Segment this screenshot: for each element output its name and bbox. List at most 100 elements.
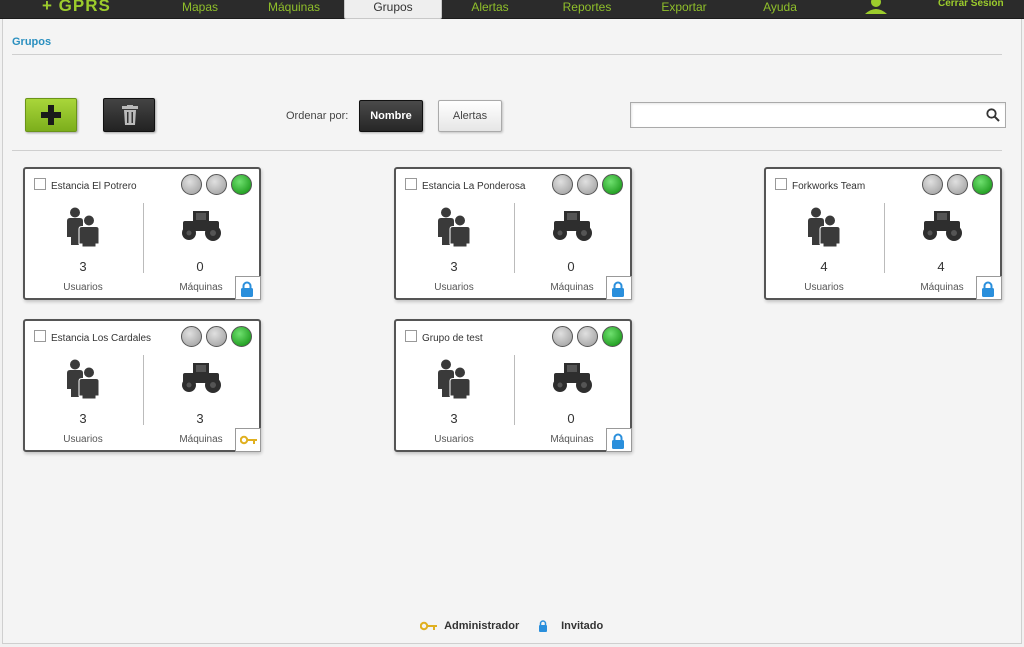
search-icon[interactable] <box>986 108 1000 122</box>
sort-by-alerts-button[interactable]: Alertas <box>438 100 502 132</box>
divider <box>514 355 515 425</box>
users-icon-wrap <box>65 207 101 252</box>
status-light-grey <box>206 174 227 195</box>
users-count: 4 <box>820 259 828 274</box>
nav-alertas[interactable]: Alertas <box>458 0 522 18</box>
users-label: Usuarios <box>434 282 474 293</box>
nav-reportes[interactable]: Reportes <box>552 0 622 18</box>
sort-label: Ordenar por: <box>286 110 349 122</box>
machines-count: 0 <box>567 411 575 426</box>
users-icon-wrap <box>806 207 842 252</box>
status-light-grey <box>181 326 202 347</box>
users-icon <box>438 207 471 248</box>
users-icon-wrap <box>436 207 472 252</box>
divider <box>143 203 144 273</box>
guest-role-badge[interactable] <box>606 428 632 452</box>
lock-icon <box>982 281 994 297</box>
divider <box>143 355 144 425</box>
lock-icon <box>612 281 624 297</box>
group-checkbox[interactable] <box>405 178 417 190</box>
group-name[interactable]: Estancia El Potrero <box>51 181 137 192</box>
lock-icon <box>241 281 253 297</box>
status-light-grey <box>181 174 202 195</box>
machines-label: Máquinas <box>179 282 223 293</box>
tractor-icon-wrap <box>179 211 223 246</box>
logout-link[interactable]: Cerrar Sesión <box>938 0 1004 9</box>
breadcrumb[interactable]: Grupos <box>12 36 51 48</box>
legend-admin: Administrador <box>419 620 520 632</box>
sort-by-name-button[interactable]: Nombre <box>359 100 423 132</box>
nav-ayuda[interactable]: Ayuda <box>754 0 806 18</box>
nav-mapas[interactable]: Mapas <box>170 0 230 18</box>
divider <box>884 203 885 273</box>
group-name[interactable]: Forkworks Team <box>792 181 865 192</box>
users-count: 3 <box>450 259 458 274</box>
users-icon <box>808 207 841 248</box>
group-card[interactable]: Estancia Los Cardales 3 3 Usuarios Máqui… <box>23 319 261 452</box>
machines-count: 4 <box>937 259 945 274</box>
status-light-grey <box>922 174 943 195</box>
nav-maquinas[interactable]: Máquinas <box>258 0 330 18</box>
status-light-grey <box>947 174 968 195</box>
users-count: 3 <box>450 411 458 426</box>
app-logo[interactable]: + GPRS <box>42 0 111 16</box>
add-group-button[interactable] <box>25 98 77 132</box>
status-light-green <box>972 174 993 195</box>
admin-role-badge[interactable] <box>235 428 261 452</box>
legend-guest-label: Invitado <box>561 620 604 632</box>
users-count: 3 <box>79 259 87 274</box>
guest-role-badge[interactable] <box>976 276 1002 300</box>
user-icon[interactable] <box>863 0 889 14</box>
machines-label: Máquinas <box>920 282 964 293</box>
machines-label: Máquinas <box>550 282 594 293</box>
group-checkbox[interactable] <box>405 330 417 342</box>
users-icon-wrap <box>65 359 101 404</box>
tractor-icon-wrap <box>920 211 964 246</box>
group-card[interactable]: Estancia El Potrero 3 0 Usuarios Máquina… <box>23 167 261 300</box>
group-name[interactable]: Estancia La Ponderosa <box>422 181 525 192</box>
nav-grupos[interactable]: Grupos <box>344 0 442 19</box>
group-card[interactable]: Estancia La Ponderosa 3 0 Usuarios Máqui… <box>394 167 632 300</box>
search-input[interactable] <box>635 104 979 128</box>
guest-role-badge[interactable] <box>235 276 261 300</box>
status-light-grey <box>206 326 227 347</box>
users-count: 3 <box>79 411 87 426</box>
group-name[interactable]: Grupo de test <box>422 333 483 344</box>
status-light-grey <box>577 326 598 347</box>
group-checkbox[interactable] <box>34 178 46 190</box>
nav-exportar[interactable]: Exportar <box>650 0 718 18</box>
machines-count: 0 <box>196 259 204 274</box>
divider <box>514 203 515 273</box>
tractor-icon <box>553 363 592 393</box>
delete-group-button[interactable] <box>103 98 155 132</box>
status-light-green <box>231 174 252 195</box>
group-card[interactable]: Forkworks Team 4 4 Usuarios Máquinas <box>764 167 1002 300</box>
group-card[interactable]: Grupo de test 3 0 Usuarios Máquinas <box>394 319 632 452</box>
tractor-icon <box>182 211 221 241</box>
key-icon <box>419 621 437 631</box>
machines-count: 0 <box>567 259 575 274</box>
status-light-grey <box>552 326 573 347</box>
users-icon-wrap <box>436 359 472 404</box>
lock-icon <box>539 620 547 633</box>
divider <box>12 150 1002 151</box>
users-icon <box>67 359 100 400</box>
divider <box>12 54 1002 55</box>
group-checkbox[interactable] <box>775 178 787 190</box>
users-label: Usuarios <box>434 434 474 445</box>
machines-count: 3 <box>196 411 204 426</box>
guest-role-badge[interactable] <box>606 276 632 300</box>
tractor-icon <box>553 211 592 241</box>
top-navigation-bar: + GPRS Mapas Máquinas Grupos Alertas Rep… <box>0 0 1024 19</box>
users-label: Usuarios <box>63 282 103 293</box>
group-checkbox[interactable] <box>34 330 46 342</box>
tractor-icon-wrap <box>550 211 594 246</box>
status-light-grey <box>552 174 573 195</box>
tractor-icon-wrap <box>550 363 594 398</box>
trash-icon <box>122 105 138 125</box>
users-icon <box>67 207 100 248</box>
group-name[interactable]: Estancia Los Cardales <box>51 333 151 344</box>
legend-admin-label: Administrador <box>444 620 520 632</box>
lock-icon <box>612 433 624 449</box>
users-icon <box>438 359 471 400</box>
